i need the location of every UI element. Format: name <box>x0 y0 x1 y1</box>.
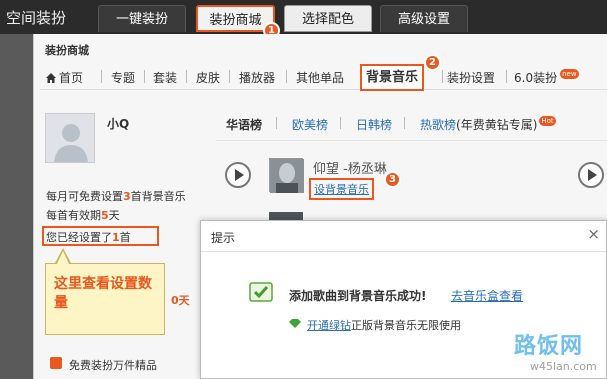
app-title: 空间装扮 <box>6 9 67 27</box>
chart-divider <box>340 117 341 129</box>
validity-suffix: 天 <box>108 209 120 222</box>
tab-color[interactable]: 选择配色 <box>284 5 372 32</box>
green-diamond-icon <box>289 319 301 328</box>
dialog-divider <box>201 251 606 252</box>
chart-divider <box>404 117 405 129</box>
callout-arrow-fill <box>57 251 69 264</box>
dialog-title: 提示 <box>211 231 236 245</box>
nav-divider <box>186 70 187 83</box>
avatar[interactable] <box>45 113 95 163</box>
nav-v6-label: 6.0装扮 <box>514 71 558 85</box>
new-badge: new <box>560 69 579 79</box>
nav-skin[interactable]: 皮肤 <box>196 69 220 86</box>
set-count-info: 您已经设置了1首 <box>46 229 131 245</box>
success-check-icon <box>249 282 273 302</box>
chart-tab-hot-label: 热歌榜 <box>420 118 457 132</box>
view-music-box-link[interactable]: 去音乐盒查看 <box>451 287 523 304</box>
nav-divider <box>101 70 102 83</box>
vip-promo: 开通绿钻正版背景音乐无限使用 <box>307 317 461 333</box>
validity-prefix: 每首有效期 <box>46 209 101 222</box>
close-icon[interactable]: × <box>587 225 600 243</box>
song-title: 仰望 -杨丞琳 <box>313 162 387 177</box>
hot-badge: Hot <box>539 116 556 126</box>
song-cover-art <box>270 159 304 193</box>
monthly-suffix: 首背景音乐 <box>130 190 186 203</box>
chart-tab-western[interactable]: 欧美榜 <box>292 116 328 133</box>
chart-tab-hot[interactable]: 热歌榜(年费黄钻专属) Hot <box>420 116 556 133</box>
nav-player[interactable]: 播放器 <box>239 69 275 86</box>
home-icon <box>46 73 56 83</box>
monthly-count: 3 <box>123 190 131 203</box>
nav-divider <box>286 70 287 83</box>
set-suffix: 首 <box>119 231 131 244</box>
nav-home[interactable]: 首页 <box>46 69 83 86</box>
avatar-silhouette-icon <box>54 124 88 162</box>
nav-divider <box>144 70 145 83</box>
nav-other[interactable]: 其他单品 <box>296 69 344 86</box>
validity-days: 5 <box>101 209 109 222</box>
tab-one-click[interactable]: 一键装扮 <box>98 5 186 32</box>
nav-bgm[interactable]: 背景音乐 <box>360 64 425 91</box>
set-bgm-link[interactable]: 设背景音乐 <box>309 178 374 200</box>
step-marker-2: 2 <box>424 54 441 71</box>
validity-info: 每首有效期5天 <box>46 207 120 223</box>
mall-nav: 首页 专题 套装 皮肤 播放器 其他单品 背景音乐 装扮设置 6.0装扮 new <box>40 64 607 91</box>
partial-day-value: 0天 <box>171 294 190 307</box>
tab-advanced[interactable]: 高级设置 <box>380 5 468 32</box>
nav-home-label: 首页 <box>59 71 84 85</box>
partial-day-text: 0天 <box>171 292 190 308</box>
set-count: 1 <box>112 231 120 244</box>
watermark-brand: 路饭网 <box>514 334 584 359</box>
chart-tab-jpkr[interactable]: 日韩榜 <box>356 116 392 133</box>
set-prefix: 您已经设置了 <box>46 231 112 244</box>
monthly-prefix: 每月可免费设置 <box>46 190 123 203</box>
nav-divider <box>442 70 443 83</box>
nav-v6[interactable]: 6.0装扮 new <box>514 69 579 86</box>
play-button[interactable] <box>578 162 604 188</box>
watermark-url: w45lan.com <box>530 360 597 373</box>
open-green-vip-link[interactable]: 开通绿钻 <box>307 319 351 332</box>
song-cover <box>269 158 304 193</box>
chart-divider-line <box>216 140 607 141</box>
nav-suit[interactable]: 套装 <box>153 69 177 86</box>
nav-divider <box>229 70 230 83</box>
left-strip <box>0 34 33 379</box>
gift-icon <box>50 357 62 369</box>
step-marker-3: 3 <box>384 171 401 188</box>
nav-divider <box>506 70 507 83</box>
nav-settings[interactable]: 装扮设置 <box>447 69 495 86</box>
play-button[interactable] <box>225 162 251 188</box>
success-message: 添加歌曲到背景音乐成功! <box>289 289 427 303</box>
chart-divider <box>276 117 277 129</box>
monthly-quota: 每月可免费设置3首背景音乐 <box>46 188 186 204</box>
vip-promo-text: 正版背景音乐无限使用 <box>351 319 461 332</box>
section-title: 装扮商城 <box>45 44 89 57</box>
hot-suffix: (年费黄钻专属) <box>456 118 538 132</box>
username: 小Q <box>107 117 130 131</box>
chart-tab-chinese[interactable]: 华语榜 <box>226 116 262 133</box>
nav-topic[interactable]: 专题 <box>111 69 135 86</box>
free-items-link[interactable]: 免费装扮万件精品 <box>69 357 157 373</box>
callout-text: 这里查看设置数量 <box>54 276 152 311</box>
